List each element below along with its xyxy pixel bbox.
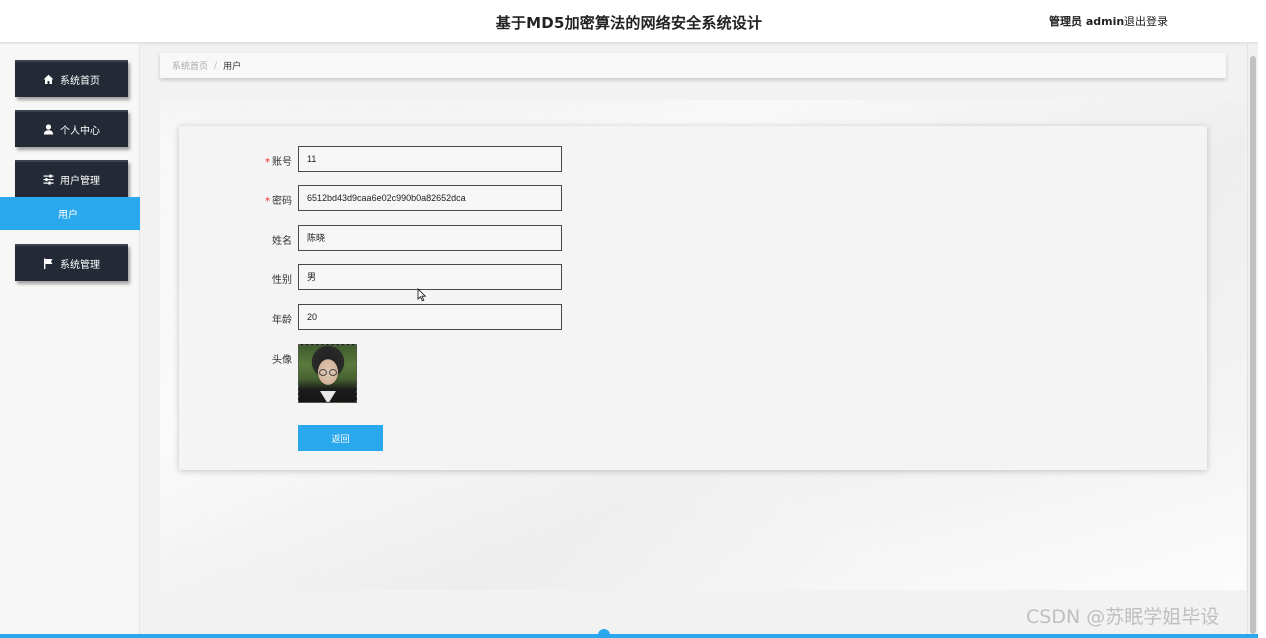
user-detail-form: * 账号 11 * 密码 6512bd43d9caa6e02c990b0a82652… [179,126,1207,470]
home-icon [43,74,54,85]
sidebar-item-home[interactable]: 系统首页 [15,60,128,97]
name-field[interactable]: 陈晓 [298,225,562,251]
back-button[interactable]: 返回 [298,425,383,451]
gender-field[interactable]: 男 [298,264,562,290]
field-label-avatar: 头像 [272,355,292,366]
avatar-image [298,344,357,403]
sidebar-subitem-user[interactable]: 用户 [0,197,140,230]
breadcrumb: 系统首页 / 用户 [160,53,1226,78]
sidebar-item-profile[interactable]: 个人中心 [15,110,128,147]
sidebar-item-label: 系统管理 [60,260,100,271]
sidebar-item-label: 个人中心 [60,126,100,137]
bottom-accent-bar [0,634,1258,638]
breadcrumb-current: 用户 [223,62,242,72]
sliders-icon [43,174,54,185]
mouse-cursor-icon [417,287,427,307]
logout-link[interactable]: 退出登录 [1124,13,1168,29]
sidebar-item-user-management[interactable]: 用户管理 [15,160,128,197]
flag-icon [43,258,54,269]
top-header: 基于MD5加密算法的网络安全系统设计 管理员 admin 退出登录 [0,0,1258,43]
sidebar-item-label: 系统首页 [60,76,100,87]
sidebar-item-label: 用户管理 [60,176,100,187]
sidebar-item-system-management[interactable]: 系统管理 [15,244,128,281]
admin-user-label: 管理员 admin [1049,15,1125,28]
breadcrumb-separator: / [214,60,218,71]
window-edge [1258,0,1266,638]
required-mark: * [265,157,270,168]
field-label-account: * 账号 [265,157,292,168]
scrollbar-thumb[interactable] [1250,56,1256,634]
account-field[interactable]: 11 [298,146,562,172]
field-label-name: 姓名 [272,236,292,247]
vertical-scrollbar[interactable] [1247,44,1257,634]
field-label-password: * 密码 [265,196,292,207]
bottom-indicator-dot [598,629,610,638]
user-icon [43,124,54,135]
password-field[interactable]: 6512bd43d9caa6e02c990b0a82652dca [298,185,562,211]
breadcrumb-home-link[interactable]: 系统首页 [172,59,208,72]
age-field[interactable]: 20 [298,304,562,330]
field-label-age: 年龄 [272,315,292,326]
required-mark: * [265,196,270,207]
sidebar: 系统首页 个人中心 用户管理 用户 系统管理 [0,44,140,638]
field-label-gender: 性别 [272,275,292,286]
watermark: CSDN @苏眠学姐毕设 [1026,606,1220,628]
